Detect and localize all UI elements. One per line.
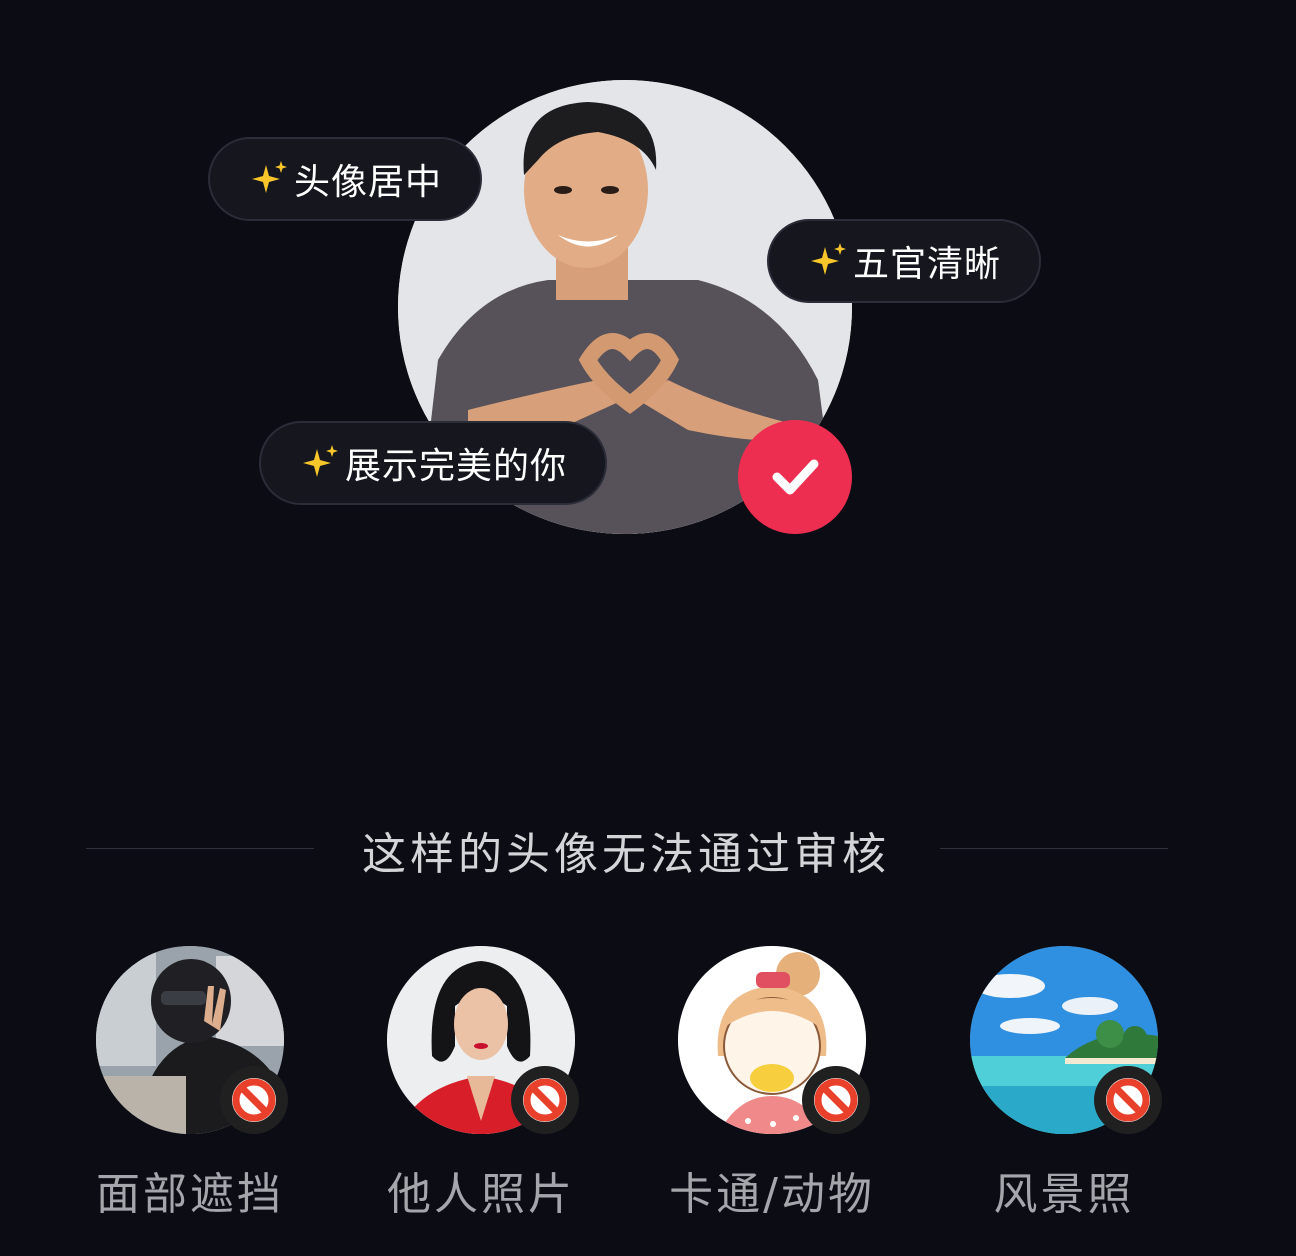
rejected-example-landscape [970, 946, 1162, 1134]
approved-badge [738, 420, 852, 534]
label-other-person: 他人照片 [387, 1169, 575, 1220]
sparkle-icon [301, 443, 341, 483]
rejected-example-face-covered [96, 946, 288, 1134]
label-face-covered: 面部遮挡 [96, 1169, 284, 1220]
ban-icon [802, 1066, 870, 1134]
ban-icon [511, 1066, 579, 1134]
label-landscape: 风景照 [993, 1169, 1135, 1220]
tag-clear-features: 五官清晰 [767, 219, 1042, 303]
label-cartoon-animal: 卡通/动物 [669, 1169, 875, 1220]
divider-left [86, 848, 314, 849]
tag-show-perfect-label: 展示完美的你 [345, 446, 568, 487]
rejected-example-cartoon-animal [678, 946, 870, 1134]
tag-centered: 头像居中 [208, 137, 483, 221]
rejected-section-title: 这样的头像无法通过审核 [362, 829, 890, 880]
tag-show-perfect: 展示完美的你 [259, 421, 608, 505]
divider-right [940, 848, 1168, 849]
tag-clear-features-label: 五官清晰 [853, 244, 1002, 285]
sparkle-icon [250, 159, 290, 199]
rejected-example-other-person [387, 946, 579, 1134]
ban-icon [220, 1066, 288, 1134]
ban-icon [1094, 1066, 1162, 1134]
tag-centered-label: 头像居中 [294, 162, 443, 203]
check-icon [772, 459, 819, 495]
sparkle-icon [809, 241, 849, 281]
